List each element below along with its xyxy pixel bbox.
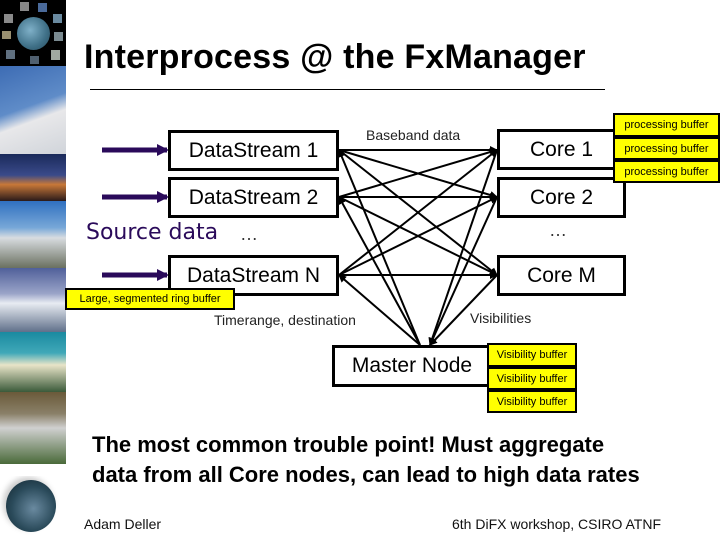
core-m-box: Core M — [497, 255, 626, 296]
processing-buffer-3: processing buffer — [613, 160, 720, 183]
visibilities-label: Visibilities — [470, 310, 532, 326]
processing-buffer-2: processing buffer — [613, 137, 720, 160]
master-node-box: Master Node — [332, 345, 492, 387]
footer-author: Adam Deller — [84, 516, 162, 532]
summary-line-2: data from all Core nodes, can lead to hi… — [92, 462, 640, 487]
source-data-label: Source data — [86, 220, 219, 245]
datastream-1-box: DataStream 1 — [168, 130, 339, 171]
ring-buffer-note: Large, segmented ring buffer — [65, 288, 235, 310]
visibility-buffer-3: Visibility buffer — [487, 390, 577, 413]
processing-buffer-1: processing buffer — [613, 113, 720, 137]
datastream-2-box: DataStream 2 — [168, 177, 339, 218]
summary-text: The most common trouble point! Must aggr… — [92, 430, 640, 490]
visibility-buffer-1: Visibility buffer — [487, 343, 577, 367]
baseband-data-label: Baseband data — [366, 127, 461, 143]
footer-event: 6th DiFX workshop, CSIRO ATNF — [452, 516, 662, 532]
core-ellipsis: … — [549, 220, 567, 240]
summary-line-1: The most common trouble point! Must aggr… — [92, 432, 605, 457]
core-1-box: Core 1 — [497, 129, 626, 170]
timerange-destination-label: Timerange, destination — [214, 312, 356, 328]
core-2-box: Core 2 — [497, 177, 626, 218]
visibility-buffer-2: Visibility buffer — [487, 367, 577, 390]
datastream-ellipsis: … — [240, 224, 258, 244]
master-to-datastream-3 — [338, 274, 421, 346]
